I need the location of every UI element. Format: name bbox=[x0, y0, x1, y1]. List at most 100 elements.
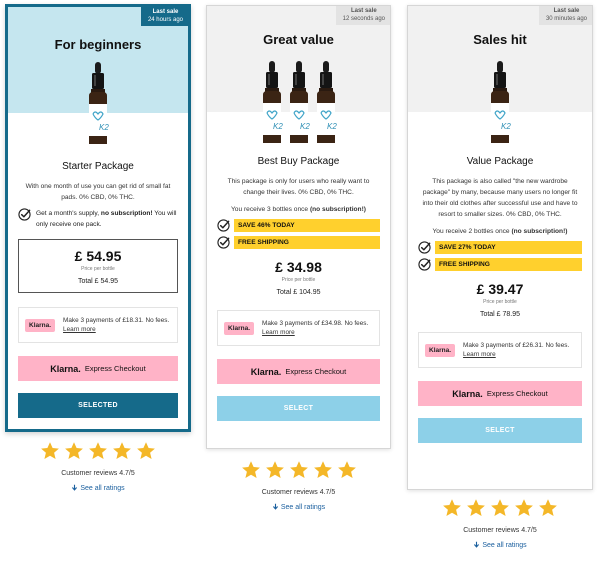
klarna-installments: Klarna. Make 3 payments of £26.31. No fe… bbox=[418, 332, 582, 368]
card-heading: Great value bbox=[263, 32, 334, 47]
promo-shipping: FREE SHIPPING bbox=[418, 258, 582, 271]
package-card-value[interactable]: Last sale 30 minutes ago Sales hit K2 Va… bbox=[407, 5, 593, 490]
star-icon bbox=[65, 442, 83, 459]
learn-more-link[interactable]: Learn more bbox=[63, 326, 96, 333]
express-checkout-label: Express Checkout bbox=[285, 367, 347, 376]
reviews-block: Customer reviews 4.7/5 See all ratings bbox=[407, 498, 593, 553]
select-button[interactable]: SELECT bbox=[217, 396, 380, 421]
receive-note: You receive 2 bottles once (no subscript… bbox=[418, 226, 582, 237]
promo-shipping: FREE SHIPPING bbox=[217, 236, 380, 249]
free-shipping-label: FREE SHIPPING bbox=[234, 236, 380, 249]
price-box: £ 54.95 Price per bottle Total £ 54.95 bbox=[18, 239, 178, 293]
see-all-ratings-link[interactable]: See all ratings bbox=[473, 541, 527, 550]
package-name: Value Package bbox=[466, 156, 534, 167]
card-heading: Sales hit bbox=[473, 32, 527, 47]
package-card-best-buy[interactable]: Last sale 12 seconds ago Great value K2 K… bbox=[206, 5, 391, 449]
price-per-bottle-label: Price per bottle bbox=[483, 299, 517, 305]
star-rating bbox=[407, 498, 593, 518]
last-sale-label: Last sale bbox=[152, 9, 179, 15]
svg-text:K2: K2 bbox=[99, 123, 109, 132]
last-sale-badge: Last sale 12 seconds ago bbox=[335, 6, 390, 25]
klarna-express-checkout-button[interactable]: Klarna. Express Checkout bbox=[18, 356, 178, 381]
star-icon bbox=[41, 442, 59, 459]
customer-reviews-text: Customer reviews 4.7/5 bbox=[61, 470, 135, 477]
dropper-bottle-image: K2 bbox=[316, 61, 337, 143]
star-rating bbox=[206, 460, 391, 480]
last-sale-label: Last sale bbox=[350, 8, 377, 14]
klarna-text: Make 3 payments of £18.31. No fees. bbox=[63, 317, 170, 324]
learn-more-link[interactable]: Learn more bbox=[463, 351, 496, 358]
select-button[interactable]: SELECT bbox=[418, 418, 582, 443]
klarna-logo: Klarna. bbox=[250, 366, 282, 377]
star-icon bbox=[443, 499, 461, 516]
product-image: K2 bbox=[408, 59, 592, 145]
receive-text: You receive 2 bottles once bbox=[432, 228, 512, 235]
customer-reviews-text: Customer reviews 4.7/5 bbox=[463, 527, 537, 534]
klarna-express-checkout-button[interactable]: Klarna. Express Checkout bbox=[217, 359, 380, 384]
express-checkout-label: Express Checkout bbox=[84, 364, 146, 373]
reviews-block: Customer reviews 4.7/5 See all ratings bbox=[206, 460, 391, 515]
package-description: With one month of use you can get rid of… bbox=[25, 183, 171, 201]
dropper-bottle-image: K2 bbox=[262, 61, 283, 143]
klarna-installments: Klarna. Make 3 payments of £34.98. No fe… bbox=[217, 310, 380, 346]
customer-reviews-text: Customer reviews 4.7/5 bbox=[261, 489, 336, 496]
klarna-badge: Klarna. bbox=[425, 343, 456, 357]
receive-note: You receive 3 bottles once (no subscript… bbox=[217, 204, 380, 215]
klarna-badge: Klarna. bbox=[224, 321, 255, 335]
subscription-note: Get a month's supply, no subscription! Y… bbox=[18, 208, 178, 230]
total-price: Total £ 54.95 bbox=[77, 278, 119, 285]
check-circle-icon bbox=[217, 236, 230, 249]
star-icon bbox=[467, 499, 485, 516]
star-icon bbox=[539, 499, 557, 516]
free-shipping-label: FREE SHIPPING bbox=[435, 258, 582, 271]
receive-bold: (no subscription!) bbox=[511, 228, 568, 235]
last-sale-time: 24 hours ago bbox=[147, 16, 183, 23]
see-all-ratings-link[interactable]: See all ratings bbox=[272, 503, 325, 512]
see-all-label: See all ratings bbox=[80, 485, 125, 492]
card-hero: Last sale 30 minutes ago Sales hit K2 bbox=[408, 6, 592, 143]
product-image: K2 K2 K2 bbox=[207, 59, 390, 145]
express-checkout-label: Express Checkout bbox=[486, 389, 548, 398]
star-icon bbox=[337, 461, 356, 478]
arrow-down-icon bbox=[71, 484, 78, 493]
klarna-installments: Klarna. Make 3 payments of £18.31. No fe… bbox=[18, 307, 178, 343]
last-sale-label: Last sale bbox=[553, 8, 580, 14]
see-all-label: See all ratings bbox=[280, 504, 326, 511]
price: £ 39.47 bbox=[476, 281, 524, 297]
see-all-ratings-link[interactable]: See all ratings bbox=[71, 484, 125, 493]
klarna-logo: Klarna. bbox=[452, 388, 483, 399]
last-sale-time: 12 seconds ago bbox=[342, 15, 385, 22]
see-all-label: See all ratings bbox=[482, 542, 527, 549]
receive-text: You receive 3 bottles once bbox=[231, 206, 310, 213]
select-button[interactable]: SELECTED bbox=[18, 393, 178, 418]
star-icon bbox=[89, 442, 107, 459]
total-price: Total £ 78.95 bbox=[479, 311, 521, 318]
savings-label: SAVE 27% TODAY bbox=[435, 241, 582, 254]
package-name: Starter Package bbox=[62, 161, 134, 172]
check-circle-icon bbox=[418, 258, 431, 271]
klarna-express-checkout-button[interactable]: Klarna. Express Checkout bbox=[418, 381, 582, 406]
check-circle-icon bbox=[217, 219, 230, 232]
klarna-text: Make 3 payments of £26.31. No fees. bbox=[463, 342, 570, 349]
card-hero: Last sale 24 hours ago For beginners K2 bbox=[8, 7, 188, 144]
star-icon bbox=[265, 461, 284, 478]
promo-savings: SAVE 46% TODAY bbox=[217, 219, 380, 232]
price: £ 34.98 bbox=[275, 259, 322, 275]
card-heading: For beginners bbox=[54, 37, 142, 52]
star-icon bbox=[491, 499, 509, 516]
learn-more-link[interactable]: Learn more bbox=[262, 329, 295, 336]
reviews-block: Customer reviews 4.7/5 See all ratings bbox=[5, 441, 191, 496]
last-sale-badge: Last sale 24 hours ago bbox=[140, 7, 188, 26]
last-sale-badge: Last sale 30 minutes ago bbox=[538, 6, 592, 25]
check-circle-icon bbox=[18, 208, 31, 221]
star-icon bbox=[515, 499, 533, 516]
card-hero: Last sale 12 seconds ago Great value K2 K… bbox=[207, 6, 390, 143]
price-per-bottle-label: Price per bottle bbox=[81, 266, 115, 272]
star-icon bbox=[137, 442, 155, 459]
package-name: Best Buy Package bbox=[257, 156, 340, 167]
package-description: This package is also called "the new war… bbox=[422, 178, 578, 218]
last-sale-time: 30 minutes ago bbox=[545, 15, 587, 22]
svg-text:K2: K2 bbox=[327, 122, 337, 131]
package-card-starter[interactable]: Last sale 24 hours ago For beginners K2 … bbox=[5, 4, 191, 432]
total-price: Total £ 104.95 bbox=[276, 289, 321, 296]
